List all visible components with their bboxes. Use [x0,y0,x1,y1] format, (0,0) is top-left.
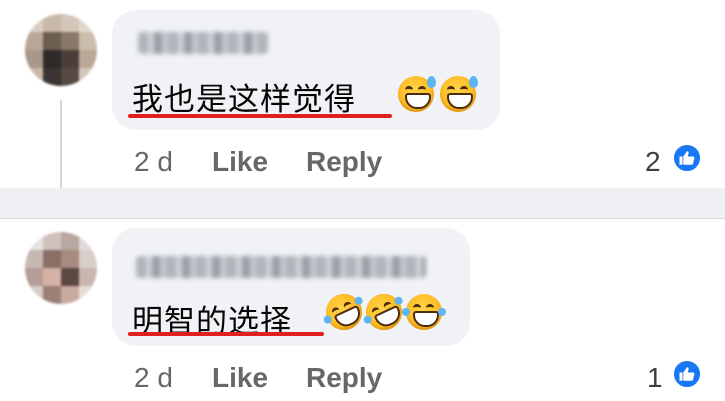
grinning-sweat-emoji-icon [398,76,436,112]
comment-timestamp: 2 d [134,362,173,393]
comment-bubble: 明智的选择 [112,228,470,346]
reply-button[interactable]: Reply [306,362,382,394]
grinning-sweat-emoji-icon [440,76,478,112]
like-reaction-icon[interactable] [672,359,702,389]
commenter-name-blurred[interactable] [136,256,426,278]
red-underline-annotation [128,114,392,118]
reply-button[interactable]: Reply [306,146,382,178]
like-reaction-icon[interactable] [672,143,702,173]
comment-timestamp: 2 d [134,146,173,177]
rofl-emoji-icon [320,288,368,336]
comment-text: 我也是这样觉得 [132,82,356,118]
reaction-count[interactable]: 2 [645,146,661,178]
like-button[interactable]: Like [212,146,268,178]
avatar[interactable] [25,232,97,304]
commenter-name-blurred[interactable] [138,32,268,54]
comment-bubble: 我也是这样觉得 [112,10,500,130]
comment-separator [0,188,725,219]
reaction-count[interactable]: 1 [647,362,663,394]
like-button[interactable]: Like [212,362,268,394]
rofl-emoji-icon [360,288,408,336]
avatar[interactable] [25,14,97,86]
red-underline-annotation [128,332,324,336]
thread-connector-line [60,100,62,188]
tears-of-joy-emoji-icon [402,294,446,330]
